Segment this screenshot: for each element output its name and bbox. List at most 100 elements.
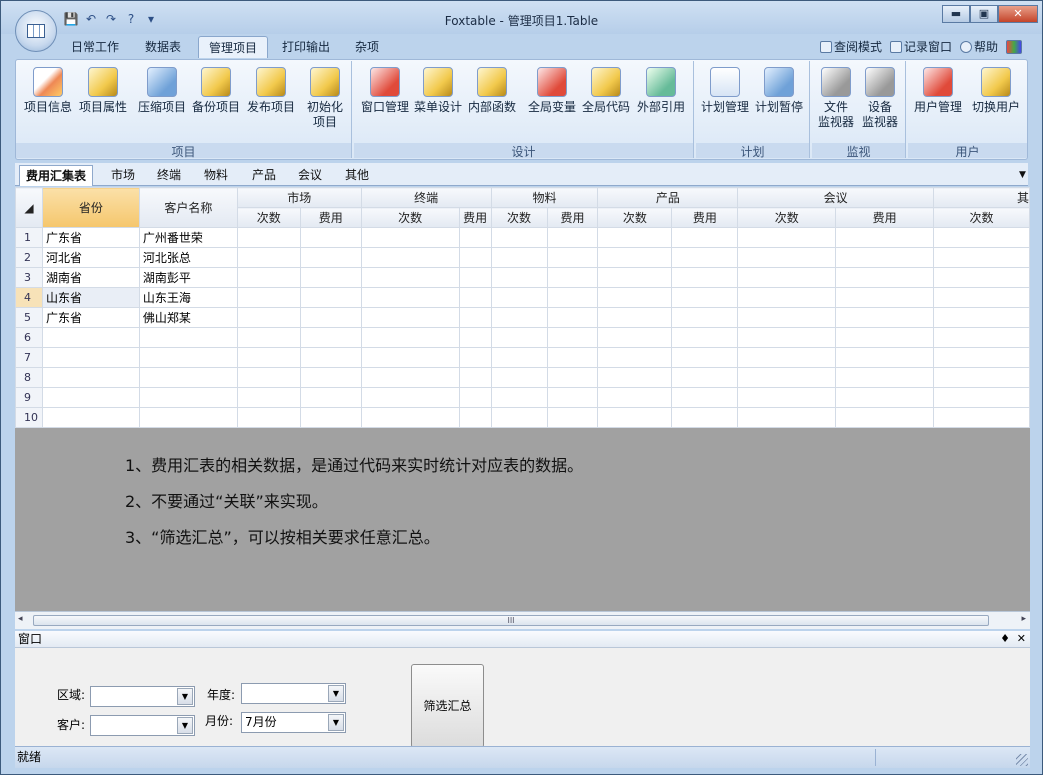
col-header-fee[interactable]: 费用 xyxy=(835,207,935,228)
year-combo[interactable]: ▼ xyxy=(241,683,346,704)
row-number[interactable]: 8 xyxy=(15,367,43,388)
cell-value[interactable] xyxy=(458,327,492,348)
close-button[interactable]: ✕ xyxy=(998,5,1038,23)
cell-value[interactable] xyxy=(236,247,301,268)
cell-value[interactable] xyxy=(597,307,673,328)
cell-value[interactable] xyxy=(299,227,362,248)
plan-manage-button[interactable]: 计划管理 xyxy=(698,65,752,137)
sheet-tab-other[interactable]: 其他 xyxy=(339,165,375,186)
cell-value[interactable] xyxy=(458,267,492,288)
init-project-button[interactable]: 初始化 项目 xyxy=(302,65,348,137)
cell-value[interactable] xyxy=(236,387,301,408)
customer-combo[interactable]: ▼ xyxy=(90,715,195,736)
cell-value[interactable] xyxy=(933,367,1030,388)
cell-value[interactable] xyxy=(835,247,935,268)
cell-province[interactable]: 山东省 xyxy=(41,287,140,308)
cell-value[interactable] xyxy=(933,307,1030,328)
row-number[interactable]: 3 xyxy=(15,267,43,288)
project-properties-button[interactable]: 项目属性 xyxy=(76,65,130,137)
cell-value[interactable] xyxy=(671,287,739,308)
cell-value[interactable] xyxy=(835,227,935,248)
cell-customer[interactable] xyxy=(138,347,238,368)
global-code-button[interactable]: 全局代码 xyxy=(580,65,632,137)
cell-province[interactable] xyxy=(41,387,140,408)
cell-value[interactable] xyxy=(299,287,362,308)
cell-value[interactable] xyxy=(737,387,837,408)
cell-value[interactable] xyxy=(546,367,599,388)
col-header-fee[interactable]: 费用 xyxy=(299,207,362,228)
tab-print-output[interactable]: 打印输出 xyxy=(272,36,340,58)
table-row[interactable]: 9 xyxy=(15,387,1030,408)
cell-province[interactable]: 广东省 xyxy=(41,307,140,328)
tab-manage-project[interactable]: 管理项目 xyxy=(198,36,269,58)
table-row[interactable]: 10 xyxy=(15,407,1030,428)
cell-value[interactable] xyxy=(835,287,935,308)
project-info-button[interactable]: 项目信息 xyxy=(22,65,74,137)
tab-misc[interactable]: 杂项 xyxy=(345,36,389,58)
dock-close-icon[interactable]: ✕ xyxy=(1017,631,1026,647)
sheet-tab-market[interactable]: 市场 xyxy=(105,165,141,186)
table-row[interactable]: 1 广东省 广州番世荣 xyxy=(15,227,1030,248)
cell-value[interactable] xyxy=(671,227,739,248)
cell-value[interactable] xyxy=(236,227,301,248)
col-header-count[interactable]: 次数 xyxy=(597,207,673,228)
chevron-down-icon[interactable]: ▼ xyxy=(328,685,344,702)
cell-value[interactable] xyxy=(299,407,362,428)
cell-value[interactable] xyxy=(597,387,673,408)
cell-value[interactable] xyxy=(458,407,492,428)
col-header-count[interactable]: 次数 xyxy=(236,207,301,228)
cell-value[interactable] xyxy=(671,347,739,368)
col-header-count[interactable]: 次数 xyxy=(933,207,1030,228)
scroll-left-icon[interactable]: ◂ xyxy=(18,614,23,624)
cell-province[interactable] xyxy=(41,347,140,368)
cell-value[interactable] xyxy=(737,327,837,348)
cell-value[interactable] xyxy=(597,227,673,248)
cell-value[interactable] xyxy=(737,407,837,428)
cell-value[interactable] xyxy=(458,287,492,308)
cell-value[interactable] xyxy=(933,327,1030,348)
row-number[interactable]: 4 xyxy=(15,287,43,308)
publish-project-button[interactable]: 发布项目 xyxy=(244,65,298,137)
cell-value[interactable] xyxy=(490,407,548,428)
row-number[interactable]: 9 xyxy=(15,387,43,408)
maximize-button[interactable]: ▣ xyxy=(970,5,998,23)
tab-list-dropdown-icon[interactable]: ▼ xyxy=(1013,165,1032,186)
cell-value[interactable] xyxy=(835,347,935,368)
cell-value[interactable] xyxy=(360,387,460,408)
cell-value[interactable] xyxy=(360,347,460,368)
cell-value[interactable] xyxy=(490,387,548,408)
col-group-terminal[interactable]: 终端 xyxy=(360,187,492,208)
cell-value[interactable] xyxy=(236,307,301,328)
table-row[interactable]: 6 xyxy=(15,327,1030,348)
region-combo[interactable]: ▼ xyxy=(90,686,195,707)
cell-value[interactable] xyxy=(458,307,492,328)
sheet-tab-terminal[interactable]: 终端 xyxy=(151,165,187,186)
device-monitor-button[interactable]: 设备 监视器 xyxy=(858,65,902,137)
record-window-link[interactable]: 记录窗口 xyxy=(889,38,952,55)
cell-value[interactable] xyxy=(933,347,1030,368)
cell-value[interactable] xyxy=(236,407,301,428)
sheet-tab-meeting[interactable]: 会议 xyxy=(292,165,328,186)
cell-customer[interactable]: 湖南彭平 xyxy=(138,267,238,288)
cell-customer[interactable] xyxy=(138,407,238,428)
cell-value[interactable] xyxy=(671,307,739,328)
cell-customer[interactable]: 广州番世荣 xyxy=(138,227,238,248)
cell-value[interactable] xyxy=(737,307,837,328)
app-menu-button[interactable] xyxy=(15,10,57,52)
cell-value[interactable] xyxy=(597,247,673,268)
cell-value[interactable] xyxy=(597,267,673,288)
col-group-other[interactable]: 其 xyxy=(933,187,1030,208)
cell-value[interactable] xyxy=(490,267,548,288)
cell-value[interactable] xyxy=(546,327,599,348)
col-group-market[interactable]: 市场 xyxy=(236,187,362,208)
cell-value[interactable] xyxy=(737,287,837,308)
col-group-meeting[interactable]: 会议 xyxy=(737,187,935,208)
cell-value[interactable] xyxy=(835,307,935,328)
sheet-tab-material[interactable]: 物料 xyxy=(198,165,234,186)
row-number[interactable]: 5 xyxy=(15,307,43,328)
row-number[interactable]: 10 xyxy=(15,407,43,428)
minimize-button[interactable]: ▬ xyxy=(942,5,970,23)
cell-value[interactable] xyxy=(236,327,301,348)
pin-icon[interactable]: ♦ xyxy=(1000,631,1010,647)
cell-value[interactable] xyxy=(490,227,548,248)
